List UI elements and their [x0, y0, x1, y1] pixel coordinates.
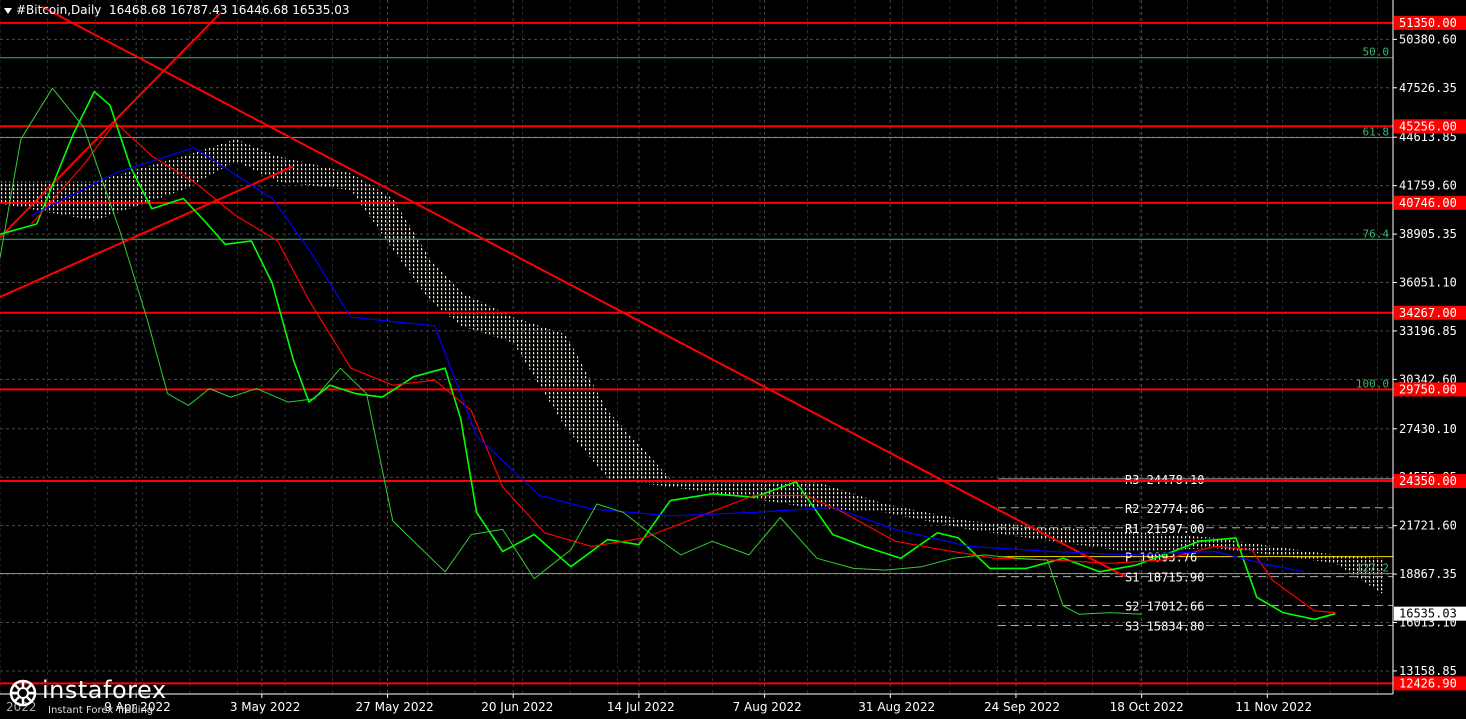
fibo-level-label: 61.8 [1363, 125, 1390, 138]
instaforex-mark-icon [9, 679, 37, 707]
level-price-tag-label: 40746.00 [1399, 196, 1457, 210]
price-axis-tick-label: 33196.85 [1399, 324, 1457, 338]
price-axis-tick-label: 36051.10 [1399, 276, 1457, 290]
level-price-tag-label: 24350.00 [1399, 474, 1457, 488]
time-axis-tick-label: 24 Sep 2022 [984, 700, 1060, 714]
trend-line [41, 5, 1127, 578]
time-axis-tick-label: 18 Oct 2022 [1110, 700, 1184, 714]
price-axis-tick-label: 47526.35 [1399, 81, 1457, 95]
price-axis-tick-label: 50380.60 [1399, 32, 1457, 46]
fibo-level-label: 50.0 [1363, 46, 1390, 59]
time-axis-tick-label: 7 Aug 2022 [733, 700, 802, 714]
fibo-level-label: 127.2 [1356, 562, 1389, 575]
pivot-level-label: R1 21597.00 [1125, 522, 1204, 536]
current-price-tag-label: 16535.03 [1399, 607, 1457, 621]
price-axis-tick-label: 41759.60 [1399, 179, 1457, 193]
level-price-tag-label: 45256.00 [1399, 119, 1457, 133]
pivot-level-label: S2 17012.66 [1125, 600, 1204, 614]
logo-name: instaforex [42, 676, 167, 704]
level-price-tag-label: 34267.00 [1399, 306, 1457, 320]
level-price-tag-label: 29750.00 [1399, 382, 1457, 396]
time-axis-tick-label: 11 Nov 2022 [1235, 700, 1312, 714]
price-axis-tick-label: 27430.10 [1399, 422, 1457, 436]
kijun-series-line [31, 147, 1305, 573]
pivot-level-label: S3 15834.80 [1125, 620, 1204, 634]
price-axis-tick-label: 38905.35 [1399, 227, 1457, 241]
level-price-tag-label: 12426.90 [1399, 676, 1457, 690]
collapse-triangle-icon[interactable] [4, 7, 12, 14]
price-axis-tick-label: 18867.35 [1399, 567, 1457, 581]
time-axis-tick-label: 14 Jul 2022 [607, 700, 675, 714]
symbol-label: #Bitcoin,Daily [16, 3, 102, 17]
pivot-level-label: R3 24478.10 [1125, 473, 1204, 487]
time-axis-tick-label: 31 Aug 2022 [858, 700, 935, 714]
price-chart[interactable]: 50.061.876.4100.0127.2R3 24478.10R2 2277… [0, 0, 1466, 719]
price-axis-tick-label: 21721.60 [1399, 519, 1457, 533]
pivot-level-label: R2 22774.86 [1125, 502, 1204, 516]
ohlc-label: 16468.68 16787.43 16446.68 16535.03 [109, 3, 350, 17]
level-price-tag-label: 51350.00 [1399, 16, 1457, 30]
time-axis-tick-label: 20 Jun 2022 [481, 700, 553, 714]
time-axis-tick-label: 27 May 2022 [356, 700, 434, 714]
pivot-level-label: S1 18715.90 [1125, 571, 1204, 585]
logo-tagline: Instant Forex Trading [48, 705, 154, 716]
time-axis-tick-label: 3 May 2022 [230, 700, 301, 714]
fibo-level-label: 76.4 [1363, 227, 1390, 240]
chart-header: #Bitcoin,Daily 16468.68 16787.43 16446.6… [4, 3, 350, 17]
